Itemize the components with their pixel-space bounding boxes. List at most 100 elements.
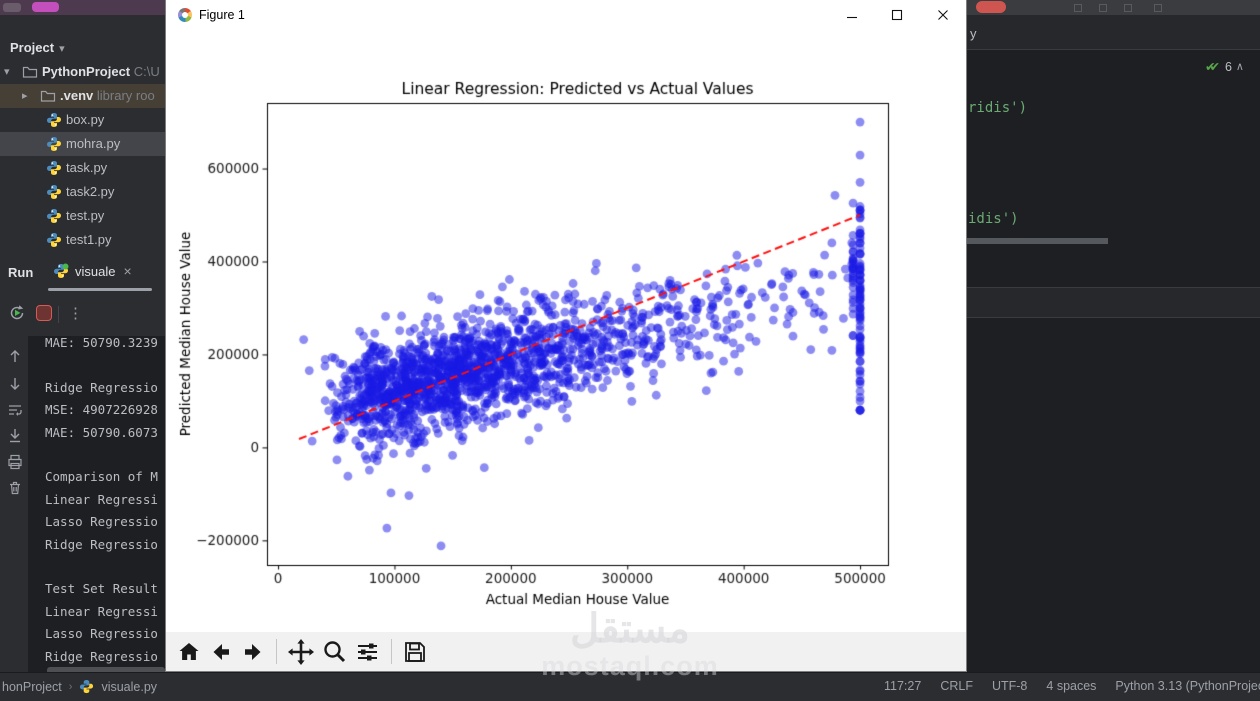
active-tab-underline: [48, 288, 152, 291]
inspections-check-icon: ✔✔: [1205, 60, 1220, 74]
code-line-1: ridis'): [968, 100, 1028, 116]
status-bar: honProject › visuale.py 117:27 CRLF UTF-…: [0, 672, 1260, 701]
figure-window: Figure 1: [165, 0, 967, 672]
tree-item-box-py[interactable]: box.py: [0, 108, 166, 132]
scroll-down-icon[interactable]: [7, 376, 23, 392]
run-toolbar-extension: [966, 287, 1260, 318]
clear-all-trash-icon[interactable]: [7, 480, 23, 496]
interpreter-widget[interactable]: Python 3.13 (PythonProjec: [1115, 679, 1260, 693]
toolbar-divider: [58, 306, 59, 323]
python-file-icon: [46, 160, 62, 176]
inspections-count: 6: [1224, 59, 1232, 74]
python-file-icon: [46, 184, 62, 200]
tree-item-mohra-py[interactable]: mohra.py: [0, 132, 166, 156]
matplotlib-logo-icon: [178, 8, 192, 22]
tree-item-test1-py[interactable]: test1.py: [0, 228, 166, 252]
tree-item-label: test.py: [66, 208, 105, 223]
encoding-widget[interactable]: UTF-8: [992, 679, 1027, 693]
configure-subplots-icon[interactable]: [355, 639, 380, 664]
folder-icon: [22, 64, 38, 80]
tree-item--venv[interactable]: ▸ .venv library roo: [0, 84, 166, 108]
tree-item-label: PythonProject C:\U: [42, 64, 160, 79]
titlebar-widget: [3, 3, 21, 12]
python-run-icon: [53, 263, 69, 279]
pycharm-titlebar-left: [0, 0, 166, 15]
run-tab-label: visuale: [75, 263, 116, 279]
tree-item-test-py[interactable]: test.py: [0, 204, 166, 228]
chevron-down-icon: ▾: [59, 43, 65, 55]
breadcrumb-file[interactable]: visuale.py: [101, 680, 157, 694]
back-icon[interactable]: [209, 640, 233, 664]
home-icon[interactable]: [177, 640, 201, 664]
python-file-icon: [46, 136, 62, 152]
scroll-to-end-icon[interactable]: [7, 428, 23, 444]
breadcrumb: honProject › visuale.py: [2, 679, 157, 694]
screen: Project ▾ ▾ PythonProject C:\U ▸ .venv libra…: [0, 0, 1260, 701]
minimize-icon[interactable]: [838, 4, 866, 26]
zoom-icon[interactable]: [322, 639, 347, 664]
caret-up-icon[interactable]: ∧: [1236, 60, 1244, 73]
editor-region: y ✔✔ 6 ∧ ridis') idis'): [966, 15, 1260, 672]
tree-item-task2-py[interactable]: task2.py: [0, 180, 166, 204]
left-panel: Project ▾ ▾ PythonProject C:\U ▸ .venv libra…: [0, 15, 166, 672]
forward-icon[interactable]: [241, 640, 265, 664]
console-output: MAE: 50790.3239 Ridge Regressio MSE: 490…: [45, 336, 158, 664]
tree-item-PythonProject[interactable]: ▾ PythonProject C:\U: [0, 60, 166, 84]
figure-toolbar: [166, 632, 966, 671]
toolbar-divider: [391, 639, 392, 664]
scroll-up-icon[interactable]: [7, 348, 23, 364]
tree-item-label: .venv library roo: [60, 88, 155, 103]
pan-icon[interactable]: [288, 638, 314, 665]
layout-icon[interactable]: [1074, 4, 1082, 12]
search-icon[interactable]: [1099, 4, 1107, 12]
pycharm-titlebar-right: [966, 0, 1260, 15]
editor-tab-label-tail[interactable]: y: [970, 26, 977, 41]
run-tab-visuale[interactable]: visuale ×: [53, 263, 132, 279]
code-line-2: idis'): [968, 211, 1019, 227]
tree-item-label: test1.py: [66, 232, 112, 247]
close-icon[interactable]: [929, 4, 957, 26]
chevron-down-icon[interactable]: ▾: [4, 65, 10, 78]
figure-window-title: Figure 1: [199, 8, 245, 22]
rerun-icon[interactable]: [8, 304, 26, 327]
project-panel-title: Project: [10, 40, 55, 55]
run-toolbar: ⋮: [0, 292, 166, 336]
line-ending-widget[interactable]: CRLF: [940, 679, 973, 693]
window-controls-icon[interactable]: [1154, 4, 1162, 12]
run-panel-header: Run visuale ×: [0, 255, 166, 291]
python-file-icon: [46, 112, 62, 128]
close-tab-icon[interactable]: ×: [123, 263, 131, 279]
soft-wrap-icon[interactable]: [7, 402, 23, 418]
figure-titlebar[interactable]: Figure 1: [166, 0, 966, 30]
caret-position-widget[interactable]: 117:27: [884, 679, 921, 693]
console-gutter: [0, 336, 28, 672]
python-file-icon: [79, 679, 94, 694]
editor-horizontal-scrollbar[interactable]: [966, 238, 1108, 244]
tree-item-label: task2.py: [66, 184, 115, 199]
inspections-widget[interactable]: ✔✔ 6 ∧: [1205, 59, 1244, 75]
editor-tab-bar: y: [966, 15, 1260, 50]
breadcrumb-separator-icon: ›: [68, 680, 73, 693]
breadcrumb-project[interactable]: honProject: [2, 680, 62, 694]
tree-item-label: task.py: [66, 160, 108, 175]
stop-run-pill-button[interactable]: [976, 1, 1006, 13]
indent-widget[interactable]: 4 spaces: [1046, 679, 1096, 693]
save-icon[interactable]: [403, 640, 427, 664]
stop-icon[interactable]: [36, 305, 52, 321]
settings-icon[interactable]: [1124, 4, 1132, 12]
python-file-icon: [46, 232, 62, 248]
figure-canvas: [166, 30, 966, 632]
maximize-icon[interactable]: [883, 4, 911, 26]
tree-item-task-py[interactable]: task.py: [0, 156, 166, 180]
print-icon[interactable]: [7, 454, 23, 470]
chevron-right-icon[interactable]: ▸: [22, 89, 28, 102]
project-tool-window-header[interactable]: Project ▾: [10, 40, 65, 55]
tree-item-label: box.py: [66, 112, 105, 127]
status-widgets: 117:27 CRLF UTF-8 4 spaces Python 3.13 (…: [884, 679, 1260, 693]
more-vertical-icon[interactable]: ⋮: [68, 304, 83, 322]
tree-item-label: mohra.py: [66, 136, 121, 151]
toolbar-divider: [276, 639, 277, 664]
python-file-icon: [46, 208, 62, 224]
project-color-badge: [32, 2, 59, 12]
run-console: MAE: 50790.3239 Ridge Regressio MSE: 490…: [28, 336, 166, 666]
